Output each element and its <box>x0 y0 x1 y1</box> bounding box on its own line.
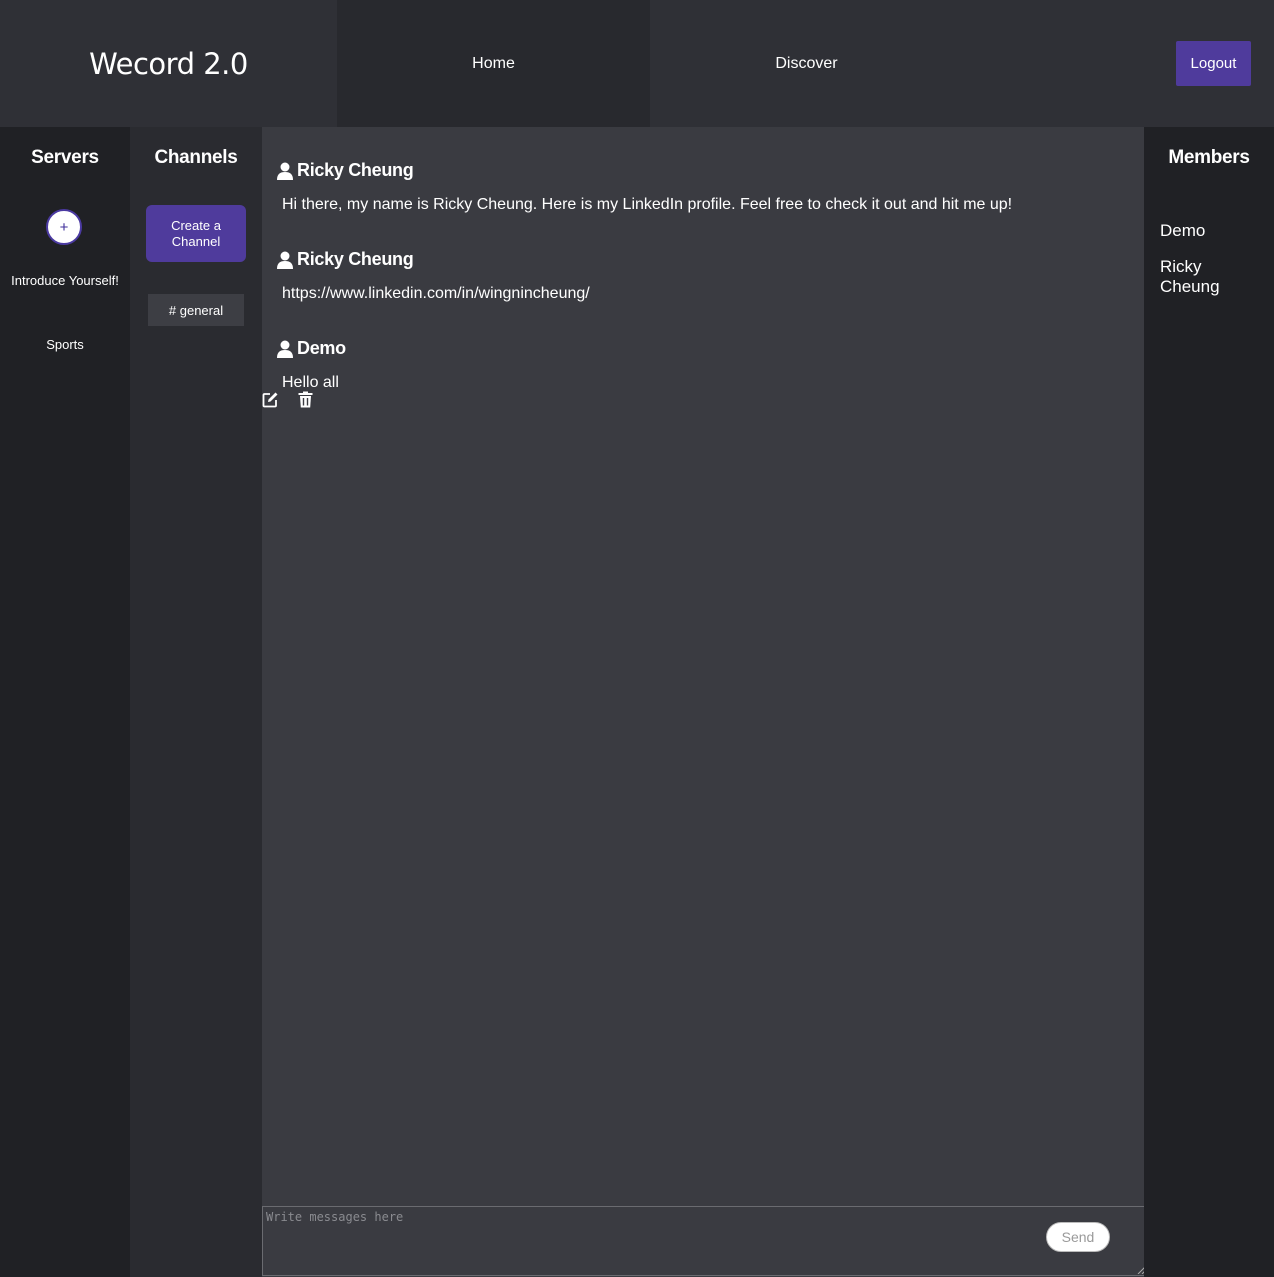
member-item-ricky-cheung[interactable]: Ricky Cheung <box>1160 257 1260 297</box>
logout-button[interactable]: Logout <box>1176 41 1251 86</box>
server-item-introduce-yourself[interactable]: Introduce Yourself! <box>0 273 130 288</box>
send-button[interactable]: Send <box>1046 1222 1110 1252</box>
message-text: Hello all <box>282 374 339 391</box>
nav-discover[interactable]: Discover <box>650 0 963 127</box>
message-author-row: Ricky Cheung <box>277 160 1122 181</box>
create-channel-button[interactable]: Create a Channel <box>146 205 246 262</box>
message-text: https://www.linkedin.com/in/wingnincheun… <box>282 285 590 302</box>
chat-panel: Ricky Cheung Hi there, my name is Ricky … <box>262 127 1144 1277</box>
message-actions <box>262 391 313 408</box>
top-bar: Wecord 2.0 Home Discover Logout <box>0 0 1274 127</box>
servers-title: Servers <box>31 147 99 168</box>
message: Demo Hello all <box>262 338 1122 392</box>
channel-item-general[interactable]: # general <box>148 294 244 326</box>
trash-icon[interactable] <box>298 391 313 408</box>
message-author-row: Demo <box>277 338 1122 359</box>
message-text: Hi there, my name is Ricky Cheung. Here … <box>282 196 1013 213</box>
message-author: Demo <box>297 338 346 358</box>
members-panel: Members Demo Ricky Cheung <box>1144 127 1274 1277</box>
message-composer: Send <box>262 1206 1148 1276</box>
channels-panel: Channels Create a Channel # general <box>130 127 262 1277</box>
add-server-button[interactable]: + <box>46 209 82 245</box>
message: Ricky Cheung https://www.linkedin.com/in… <box>262 249 1122 303</box>
members-title: Members <box>1168 147 1250 168</box>
channels-title: Channels <box>154 147 238 168</box>
user-icon <box>277 340 293 358</box>
member-item-demo[interactable]: Demo <box>1160 221 1260 241</box>
message: Ricky Cheung Hi there, my name is Ricky … <box>262 160 1122 214</box>
user-icon <box>277 162 293 180</box>
message-author-row: Ricky Cheung <box>277 249 1122 270</box>
server-item-sports[interactable]: Sports <box>0 337 130 352</box>
nav-home[interactable]: Home <box>337 0 650 127</box>
servers-panel: Servers + Introduce Yourself! Sports <box>0 127 130 1277</box>
user-icon <box>277 251 293 269</box>
app-logo[interactable]: Wecord 2.0 <box>0 0 337 127</box>
message-author: Ricky Cheung <box>297 249 414 269</box>
message-author: Ricky Cheung <box>297 160 414 180</box>
message-input[interactable] <box>263 1207 1147 1275</box>
edit-icon[interactable] <box>262 391 279 408</box>
